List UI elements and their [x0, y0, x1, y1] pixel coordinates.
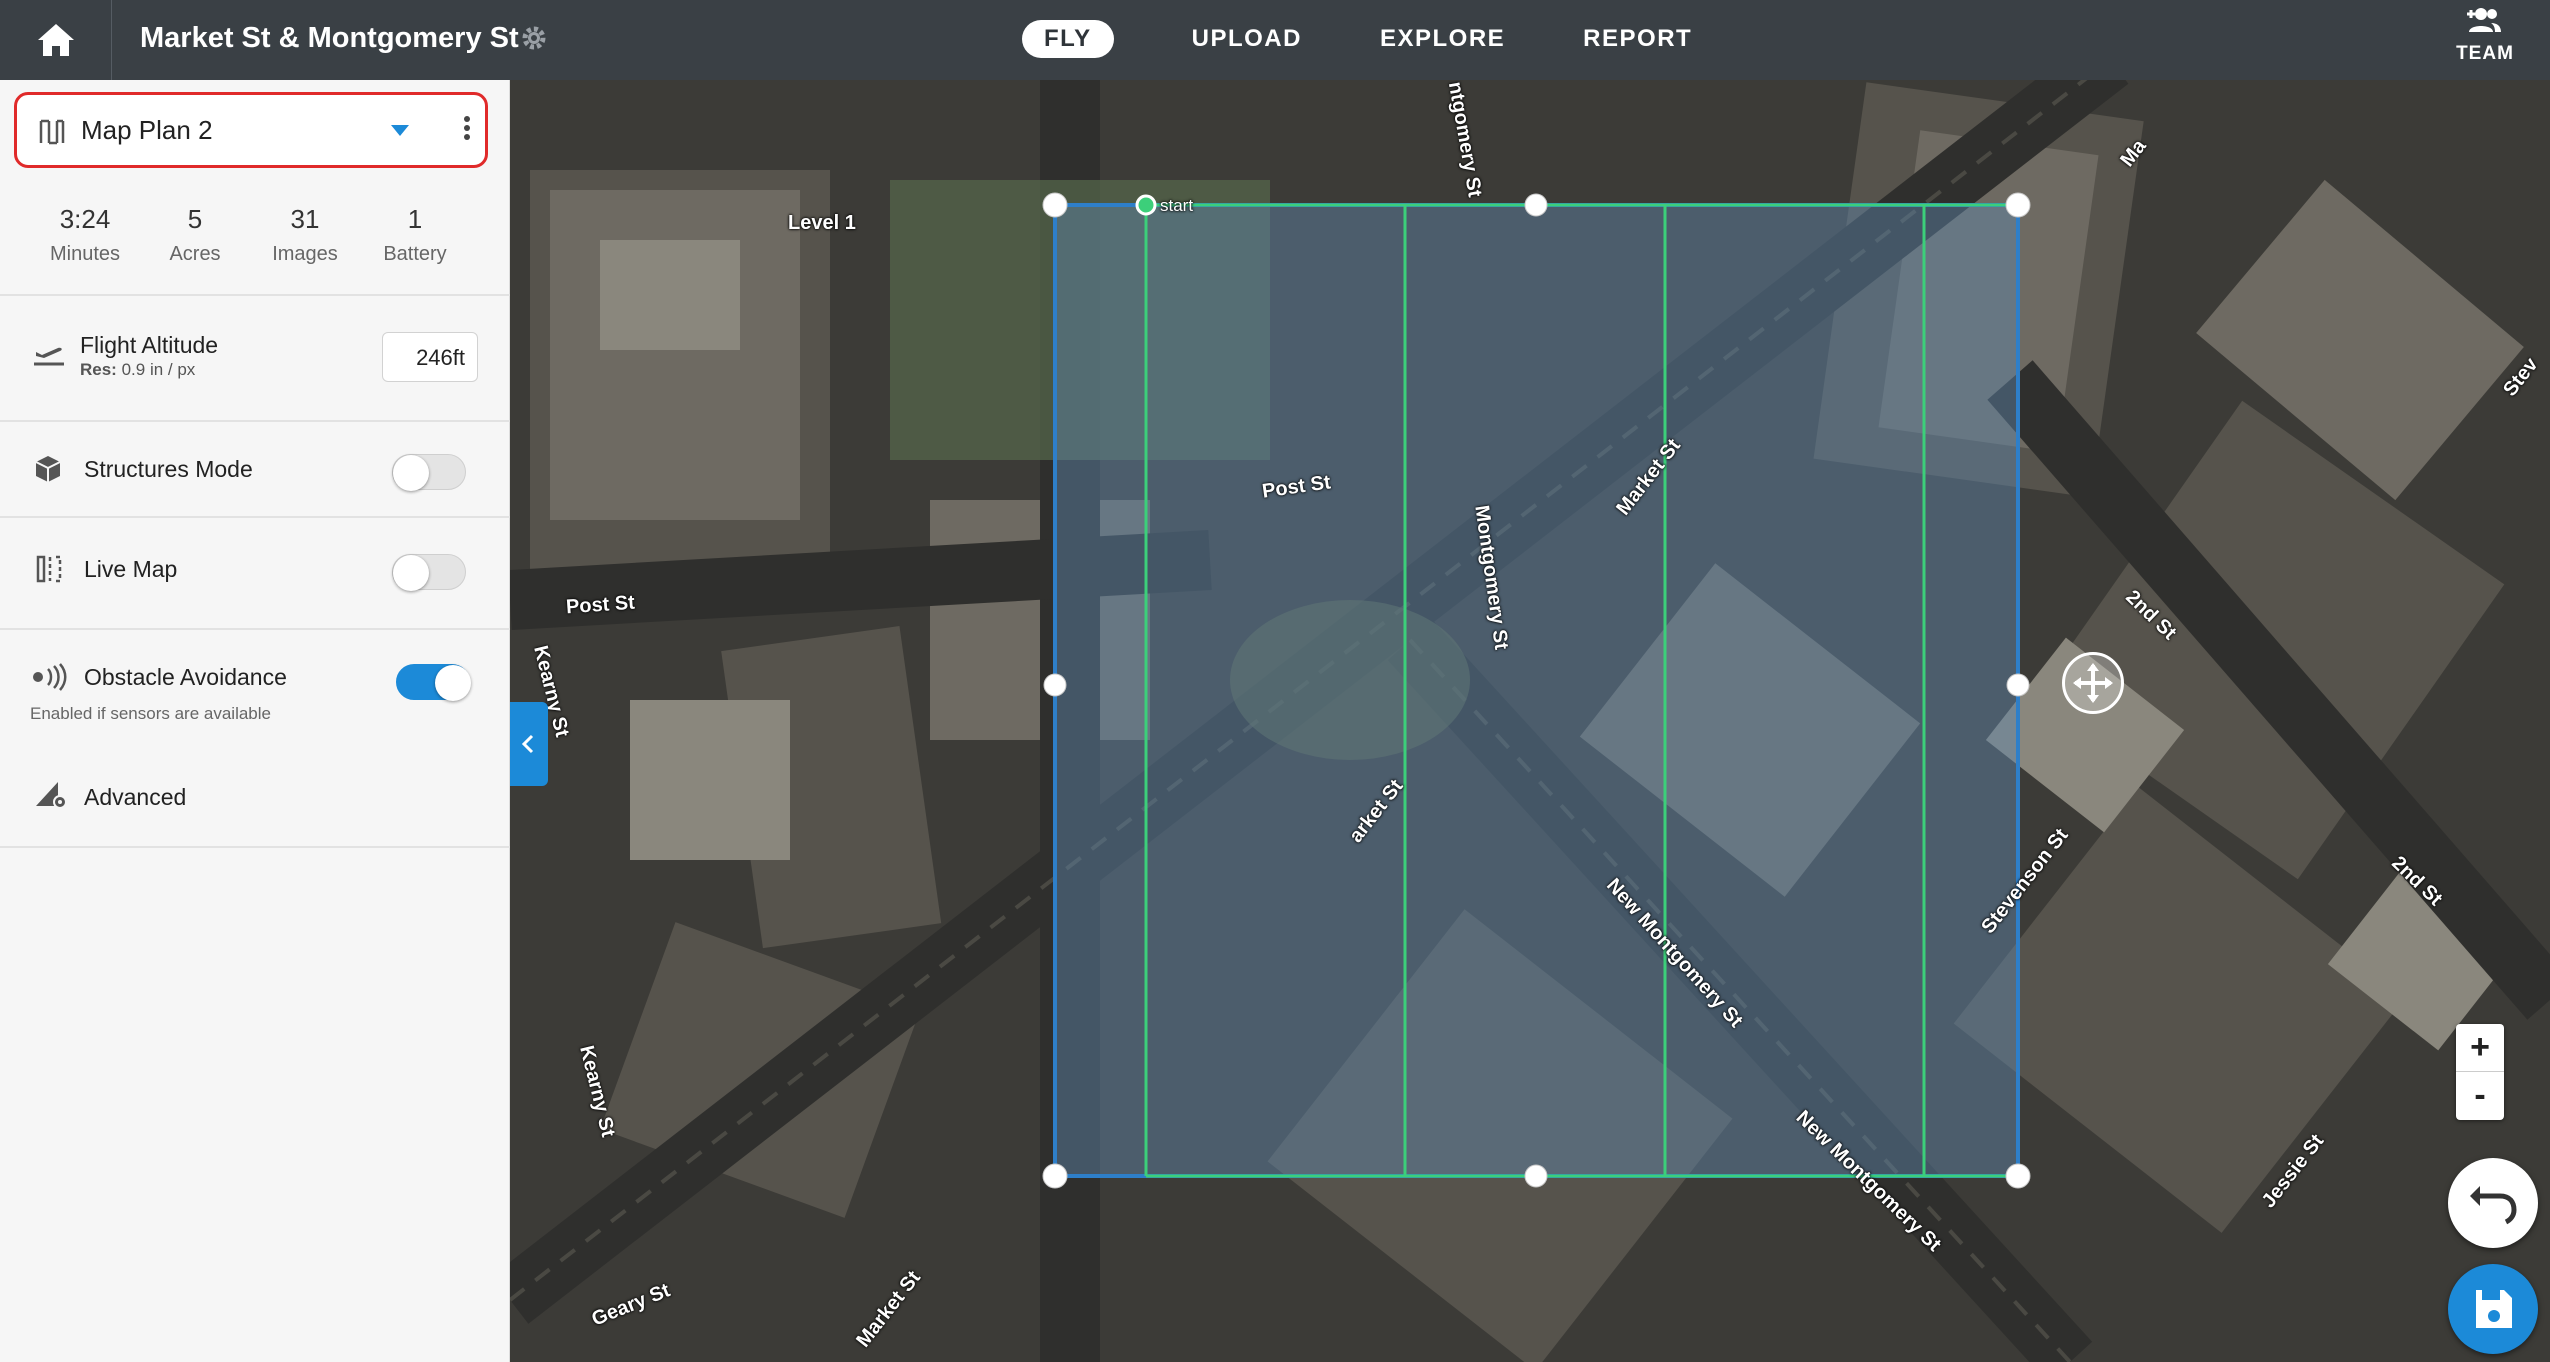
obstacle-avoidance-label: Obstacle Avoidance	[84, 664, 287, 690]
toggle-knob	[435, 665, 471, 701]
stat-acres: 5 Acres	[140, 204, 250, 266]
chevron-down-icon[interactable]	[391, 125, 409, 136]
save-button[interactable]	[2448, 1264, 2538, 1354]
divider	[0, 420, 510, 422]
save-icon	[2476, 1290, 2512, 1328]
chevron-left-icon	[521, 734, 534, 754]
cube-icon	[35, 456, 61, 482]
zoom-out-button[interactable]: -	[2456, 1072, 2504, 1120]
stat-minutes: 3:24 Minutes	[30, 204, 140, 266]
live-map-toggle[interactable]	[392, 554, 466, 591]
stat-value: 3:24	[59, 204, 111, 234]
satellite-basemap	[510, 80, 2550, 1362]
plan-stats: 3:24 Minutes 5 Acres 31 Images 1 Battery	[30, 204, 480, 266]
home-button[interactable]	[0, 0, 112, 80]
undo-button[interactable]	[2448, 1158, 2538, 1248]
nav-upload[interactable]: UPLOAD	[1192, 25, 1302, 53]
map-label-level1: Level 1	[788, 212, 856, 234]
live-map-icon	[36, 555, 62, 583]
altitude-input[interactable]: 246ft	[382, 332, 478, 382]
structures-mode-label: Structures Mode	[84, 456, 253, 482]
advanced-settings-icon	[36, 782, 67, 809]
plan-selector[interactable]: Map Plan 2	[14, 92, 488, 168]
live-map-label: Live Map	[84, 556, 178, 582]
resolution-value: 0.9 in / px	[121, 360, 196, 379]
stat-label: Images	[272, 243, 338, 265]
obstacle-avoidance-toggle[interactable]	[396, 664, 471, 701]
advanced-label[interactable]: Advanced	[84, 784, 186, 811]
stat-value: 5	[187, 204, 203, 234]
obstacle-avoidance-note: Enabled if sensors are available	[30, 704, 271, 723]
nav-explore[interactable]: EXPLORE	[1380, 25, 1505, 53]
flight-plan-icon	[39, 119, 65, 145]
stat-value: 1	[407, 204, 423, 234]
map-label-start: start	[1160, 196, 1194, 215]
move-plan-handle[interactable]	[2062, 652, 2124, 714]
collapse-sidebar-button[interactable]	[510, 702, 548, 786]
map-view[interactable]: Level 1 start Post St Post St Kearny St …	[510, 80, 2550, 1362]
toggle-knob	[393, 455, 429, 491]
stat-label: Minutes	[49, 243, 121, 265]
stat-images: 31 Images	[250, 204, 360, 266]
nav-report[interactable]: REPORT	[1583, 25, 1692, 53]
resolution-prefix: Res:	[80, 360, 117, 379]
move-icon	[2073, 663, 2113, 703]
main-nav: FLY UPLOAD EXPLORE REPORT	[1022, 20, 1770, 58]
flight-altitude-label: Flight Altitude	[80, 332, 219, 358]
sensor-icon	[33, 663, 67, 691]
gear-icon	[522, 26, 546, 50]
takeoff-icon	[34, 347, 64, 366]
zoom-in-button[interactable]: +	[2456, 1024, 2504, 1072]
team-button[interactable]: TEAM	[2430, 6, 2540, 74]
site-title: Market St & Montgomery St	[140, 22, 519, 54]
team-label: TEAM	[2456, 43, 2514, 64]
stat-label: Acres	[169, 243, 221, 265]
stat-value: 31	[290, 204, 320, 234]
plan-name: Map Plan 2	[81, 115, 213, 145]
undo-icon	[2470, 1186, 2517, 1225]
zoom-control: + -	[2456, 1024, 2504, 1120]
structures-mode-toggle[interactable]	[392, 454, 466, 491]
site-settings-button[interactable]	[520, 24, 548, 57]
home-icon	[37, 24, 74, 56]
divider	[0, 516, 510, 518]
divider	[0, 628, 510, 630]
divider	[0, 294, 510, 296]
stat-label: Battery	[383, 243, 447, 265]
resolution-label: Res: 0.9 in / px	[80, 360, 195, 380]
add-team-icon	[2467, 8, 2501, 32]
top-bar: Market St & Montgomery St FLY UPLOAD EXP…	[0, 0, 2550, 80]
flight-plan-sidebar: Map Plan 2 3:24 Minutes 5 Acres 31 Image…	[0, 80, 510, 1362]
more-options-icon[interactable]	[457, 113, 477, 147]
map-label-post-st: Post St	[565, 591, 636, 619]
stat-battery: 1 Battery	[360, 204, 470, 266]
nav-fly[interactable]: FLY	[1022, 20, 1114, 58]
divider	[0, 846, 510, 848]
toggle-knob	[393, 555, 429, 591]
